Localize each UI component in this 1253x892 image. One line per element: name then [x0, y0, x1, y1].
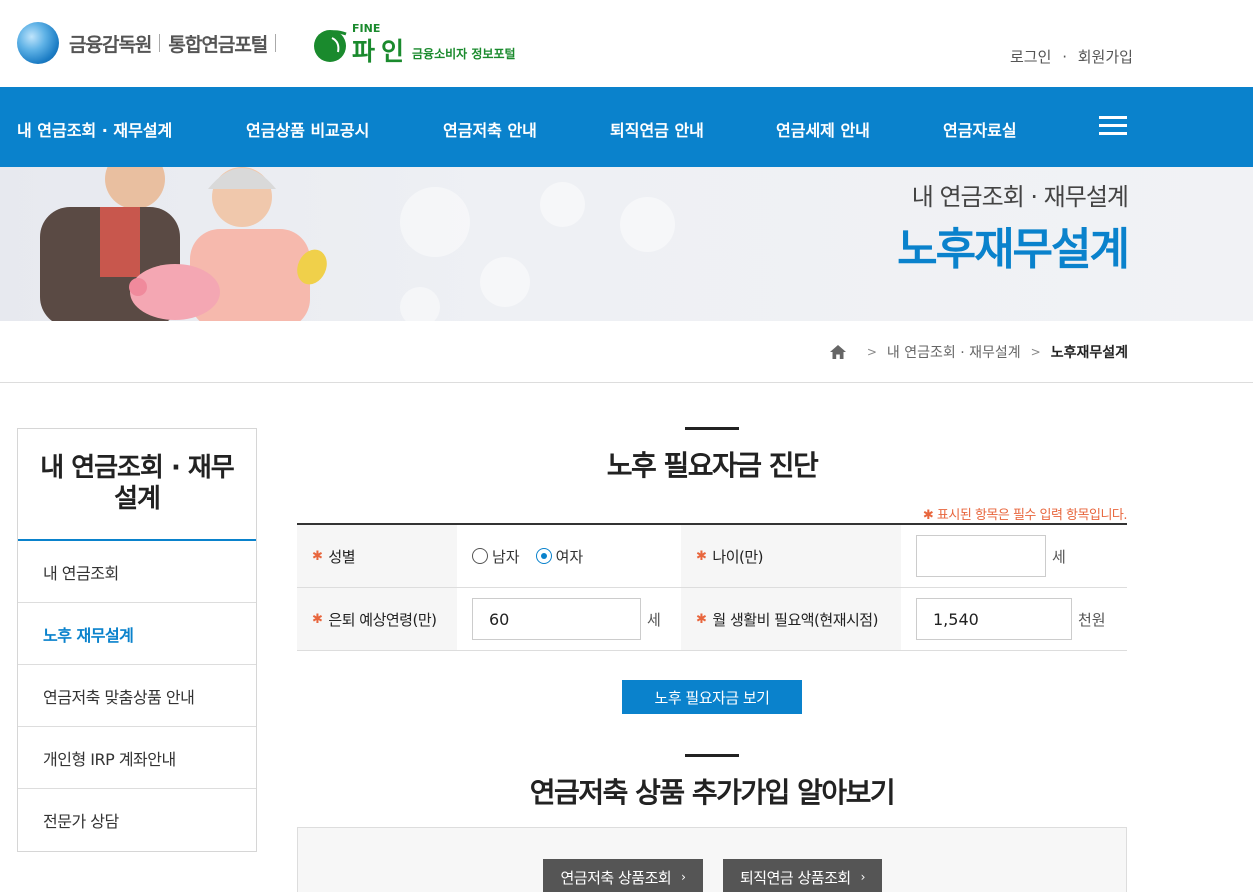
banner-bubble [620, 197, 675, 252]
retire-label-cell: ✱ 은퇴 예상연령(만) [297, 588, 457, 650]
savings-products-button[interactable]: 연금저축 상품조회 › [543, 859, 703, 892]
logo-divider [159, 34, 161, 52]
page-banner: 내 연금조회 · 재무설계 노후재무설계 [0, 167, 1253, 321]
retire-field: 세 [457, 588, 681, 650]
logo-divider [275, 34, 277, 52]
home-icon[interactable] [829, 344, 847, 360]
banner-bubble [540, 182, 585, 227]
gender-field: 남자 여자 [457, 525, 681, 587]
section-divider [685, 754, 739, 757]
side-menu-title: 내 연금조회 · 재무설계 [18, 429, 256, 541]
link-separator: · [1062, 48, 1067, 66]
fine-subtitle: 금융소비자 정보포털 [412, 47, 516, 61]
nav-item-savings-guide[interactable]: 연금저축 안내 [443, 117, 537, 141]
age-label-cell: ✱ 나이(만) [681, 525, 901, 587]
retire-age-input[interactable] [472, 598, 641, 640]
senior-couple-illustration [40, 167, 327, 321]
side-menu: 내 연금조회 · 재무설계 내 연금조회 노후 재무설계 연금저축 맞춤상품 안… [17, 428, 257, 852]
age-input[interactable] [916, 535, 1046, 577]
banner-title: 노후재무설계 [897, 224, 1130, 275]
required-note: ✱ 표시된 항목은 필수 입력 항목입니다. [922, 508, 1128, 523]
gender-label: 성별 [328, 547, 356, 566]
retirement-products-label: 퇴직연금 상품조회 [740, 868, 851, 887]
sidebar-item-pension-inquiry[interactable]: 내 연금조회 [18, 541, 256, 603]
chevron-right-icon: › [860, 870, 866, 884]
portal-name: 통합연금포털 [168, 33, 268, 56]
main-nav: 내 연금조회 · 재무설계 연금상품 비교공시 연금저축 안내 퇴직연금 안내 … [0, 87, 1253, 167]
gender-female-radio[interactable]: 여자 [535, 546, 584, 567]
diagnosis-title: 노후 필요자금 진단 [606, 449, 819, 482]
nav-item-pension-inquiry[interactable]: 내 연금조회 · 재무설계 [17, 117, 172, 141]
gender-label-cell: ✱ 성별 [297, 525, 457, 587]
section-divider [685, 427, 739, 430]
living-field: 천원 [901, 588, 1127, 650]
form-row: ✱ 성별 남자 여자 ✱ 나이(만) 세 [297, 525, 1127, 588]
sidebar-item-savings-products[interactable]: 연금저축 맞춤상품 안내 [18, 665, 256, 727]
age-unit: 세 [1052, 547, 1066, 566]
age-label: 나이(만) [712, 547, 764, 566]
form-row: ✱ 은퇴 예상연령(만) 세 ✱ 월 생활비 필요액(현재시점) 천원 [297, 588, 1127, 651]
diagnosis-form: ✱ 성별 남자 여자 ✱ 나이(만) 세 ✱ 은퇴 예상연령(만) 60 세 ✱… [297, 523, 1127, 651]
retire-unit: 세 [647, 610, 661, 629]
nav-item-tax-guide[interactable]: 연금세제 안내 [776, 117, 870, 141]
top-links: 로그인 · 회원가입 [1010, 46, 1133, 67]
required-star-icon: ✱ [696, 548, 707, 564]
retirement-products-button[interactable]: 퇴직연금 상품조회 › [723, 859, 882, 892]
banner-subtitle: 내 연금조회 · 재무설계 [911, 183, 1129, 211]
nav-item-retirement-guide[interactable]: 퇴직연금 안내 [610, 117, 704, 141]
chevron-right-icon: › [681, 870, 686, 884]
retire-age-label: 은퇴 예상연령(만) [328, 610, 437, 629]
banner-bubble [480, 257, 530, 307]
gender-male-label: 남자 [492, 547, 520, 566]
nav-item-resources[interactable]: 연금자료실 [943, 117, 1017, 141]
gender-male-radio[interactable]: 남자 [472, 546, 520, 567]
chevron-right-icon: > [866, 345, 877, 359]
radio-icon [472, 548, 488, 564]
age-field: 세 [901, 525, 1127, 587]
join-link[interactable]: 회원가입 [1078, 48, 1133, 66]
required-star-icon: ✱ [312, 548, 323, 564]
sidebar-item-irp-guide[interactable]: 개인형 IRP 계좌안내 [18, 727, 256, 789]
breadcrumb: > 내 연금조회 · 재무설계 > 노후재무설계 [0, 321, 1253, 383]
radio-checked-icon [535, 548, 552, 564]
fss-logo[interactable]: 금융감독원 통합연금포털 [17, 22, 284, 64]
nav-item-product-compare[interactable]: 연금상품 비교공시 [246, 117, 369, 141]
products-title: 연금저축 상품 추가가입 알아보기 [529, 776, 896, 809]
living-unit: 천원 [1078, 610, 1106, 629]
hamburger-icon[interactable] [1099, 116, 1127, 136]
fine-logo-icon [314, 30, 347, 62]
fss-name: 금융감독원 [69, 33, 152, 56]
breadcrumb-current: 노후재무설계 [1050, 345, 1128, 361]
living-cost-label: 월 생활비 필요액(현재시점) [712, 610, 878, 629]
sidebar-item-expert-consult[interactable]: 전문가 상담 [18, 789, 256, 851]
pain-label: 파인 [352, 37, 411, 66]
savings-products-label: 연금저축 상품조회 [560, 868, 672, 887]
view-required-funds-button[interactable]: 노후 필요자금 보기 [622, 680, 802, 714]
living-label-cell: ✱ 월 생활비 필요액(현재시점) [681, 588, 901, 650]
products-box: 연금저축 상품조회 › 퇴직연금 상품조회 › [297, 827, 1127, 892]
site-header: 금융감독원 통합연금포털 FINE 파인 금융소비자 정보포털 로그인 · 회원… [0, 0, 1253, 87]
chevron-right-icon: > [1030, 345, 1041, 359]
banner-bubble [400, 287, 440, 321]
gender-female-label: 여자 [555, 547, 584, 566]
login-link[interactable]: 로그인 [1010, 48, 1051, 66]
required-star-icon: ✱ [312, 611, 323, 627]
fss-globe-icon [17, 22, 59, 64]
breadcrumb-level1[interactable]: 내 연금조회 · 재무설계 [887, 342, 1021, 362]
sidebar-item-retirement-planning[interactable]: 노후 재무설계 [18, 603, 256, 665]
required-star-icon: ✱ [696, 611, 707, 627]
banner-bubble [400, 187, 470, 257]
living-cost-input[interactable] [916, 598, 1072, 640]
